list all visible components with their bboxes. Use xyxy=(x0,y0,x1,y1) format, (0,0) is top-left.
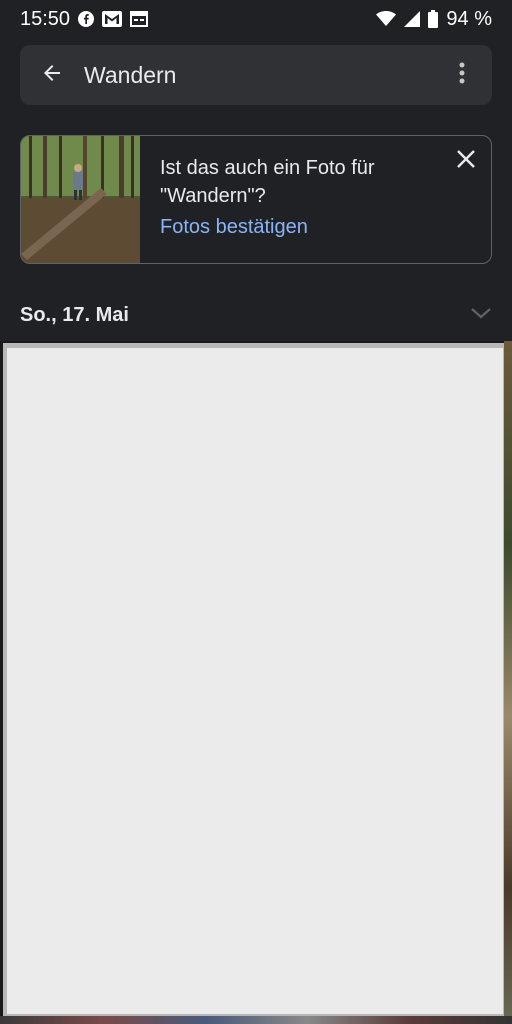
photo-grid xyxy=(0,341,512,1024)
date-label: So., 17. Mai xyxy=(20,303,129,326)
signal-icon xyxy=(404,11,421,27)
battery-icon xyxy=(428,10,439,28)
date-section-header[interactable]: So., 17. Mai xyxy=(20,298,492,332)
status-left: 15:50 xyxy=(20,7,149,31)
adjacent-photo-edge xyxy=(504,341,512,1024)
confirm-photos-link[interactable]: Fotos bestätigen xyxy=(160,216,430,239)
status-bar: 15:50 94 % xyxy=(0,0,512,38)
dismiss-card-button[interactable] xyxy=(451,146,481,176)
more-vert-icon xyxy=(459,62,465,89)
status-right: 94 % xyxy=(376,8,492,31)
search-query[interactable]: Wandern xyxy=(84,62,432,89)
photo-placeholder xyxy=(7,348,503,1014)
search-bar[interactable]: Wandern xyxy=(20,45,492,105)
next-row-photo-edge xyxy=(0,1016,512,1024)
close-icon xyxy=(457,149,475,173)
gmail-icon xyxy=(102,11,123,27)
clock: 15:50 xyxy=(20,7,71,30)
arrow-back-icon xyxy=(40,61,64,90)
back-button[interactable] xyxy=(20,45,84,105)
suggested-photo-thumbnail[interactable] xyxy=(21,136,140,263)
facebook-icon xyxy=(78,11,95,27)
confirm-photo-card: Ist das auch ein Foto für "Wandern"? Fot… xyxy=(20,135,492,264)
card-question: Ist das auch ein Foto für "Wandern"? xyxy=(160,157,375,207)
calendar-icon xyxy=(130,11,149,27)
card-body: Ist das auch ein Foto für "Wandern"? Fot… xyxy=(140,136,450,263)
photo-tile[interactable] xyxy=(3,343,507,1018)
battery-percent: 94 % xyxy=(446,7,492,30)
chevron-down-icon[interactable] xyxy=(470,306,492,325)
more-options-button[interactable] xyxy=(432,45,492,105)
wifi-icon xyxy=(376,11,397,27)
